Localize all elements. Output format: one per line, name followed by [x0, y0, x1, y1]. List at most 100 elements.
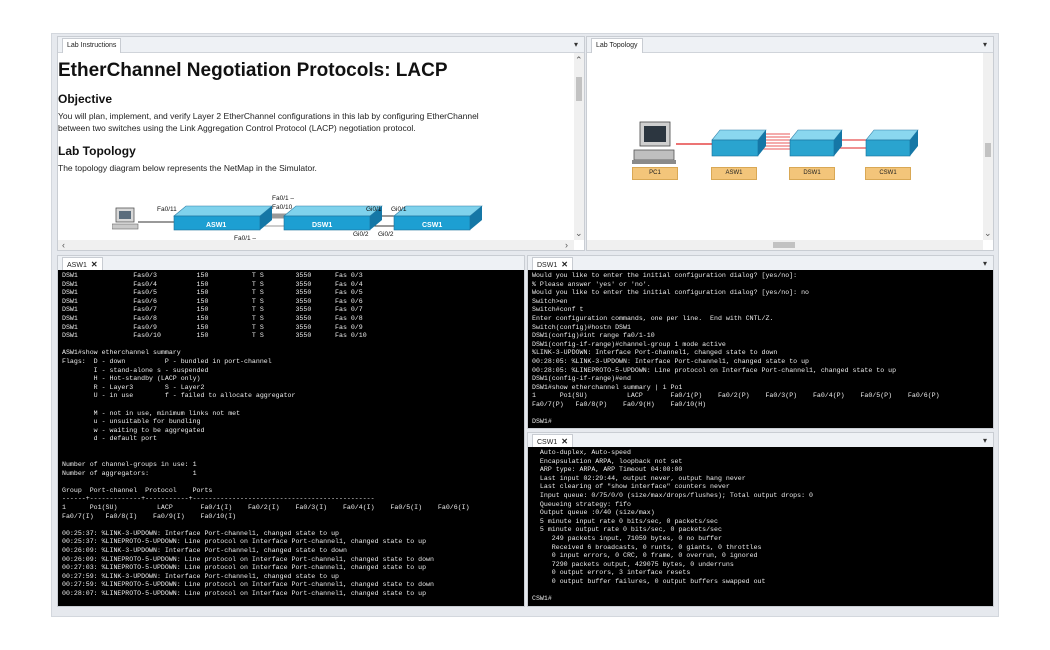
terminal-line: 1 Po1(SU) LACP Fa0/1(I) Fa0/2(I) Fa0/3(I…	[62, 504, 470, 512]
terminal-line: Received 6 broadcasts, 0 runts, 0 giants…	[532, 543, 762, 551]
vertical-scrollbar[interactable]: ⌃ ⌄	[574, 53, 584, 240]
terminal-line: DSW1 Fas0/5 150 T S 3550 Fas 0/5	[62, 289, 363, 297]
port-label-gi01-a: Gi0/1	[366, 206, 382, 213]
scroll-left-icon[interactable]: ‹	[62, 240, 65, 250]
terminal-line: w - waiting to be aggregated	[62, 426, 205, 434]
asw1-terminal-output[interactable]: DSW1 Fas0/3 150 T S 3550 Fas 0/3 DSW1 Fas…	[58, 270, 524, 606]
terminal-line: M - not in use, minimum links not met	[62, 409, 241, 417]
terminal-line: 00:28:05: %LINEPROTO-5-UPDOWN: Line prot…	[532, 366, 897, 374]
terminal-line: DSW1 Fas0/6 150 T S 3550 Fas 0/6	[62, 297, 363, 305]
instructions-topology-diagram: ASW1 DSW1 CSW1 Fa0/11 Fa0/1 – Fa0/10 Fa0…	[112, 195, 483, 242]
node-label-csw1[interactable]: CSW1	[865, 167, 911, 180]
pane-menu-icon[interactable]: ▾	[983, 435, 987, 447]
horizontal-scrollbar[interactable]	[587, 240, 983, 250]
lab-topology-tabbar: Lab Topology ▾	[587, 37, 993, 53]
switch-label-csw1: CSW1	[422, 222, 442, 229]
terminal-line: Fa0/7(P) Fa0/8(P) Fa0/9(H) Fa0/10(H)	[532, 400, 707, 408]
scroll-thumb[interactable]	[773, 242, 795, 248]
terminal-line: DSW1#	[532, 418, 552, 426]
dsw1-terminal-output[interactable]: Would you like to enter the initial conf…	[528, 270, 993, 428]
terminal-line: Switch(config)#hostn DSW1	[532, 323, 631, 331]
terminal-line: Queueing strategy: fifo	[532, 500, 631, 508]
terminal-line: H - Hot-standby (LACP only)	[62, 375, 201, 383]
terminal-line: Encapsulation ARPA, loopback not set	[532, 457, 683, 465]
scroll-down-icon[interactable]: ⌄	[984, 228, 992, 238]
scroll-thumb[interactable]	[576, 77, 582, 101]
csw1-topology-switch-icon	[865, 129, 919, 157]
pc1-icon	[632, 121, 676, 164]
terminal-line: 5 minute input rate 0 bits/sec, 0 packet…	[532, 517, 718, 525]
close-icon[interactable]: ✕	[91, 260, 98, 269]
terminal-line: d - default port	[62, 435, 157, 443]
terminal-line: %LINK-3-UPDOWN: Interface Port-channel1,…	[532, 349, 778, 357]
terminal-line: 00:27:59: %LINEPROTO-5-UPDOWN: Line prot…	[62, 581, 434, 589]
node-label-asw1[interactable]: ASW1	[711, 167, 757, 180]
objective-heading: Objective	[58, 92, 113, 106]
objective-text: You will plan, implement, and verify Lay…	[58, 111, 479, 133]
pane-menu-icon[interactable]: ▾	[983, 39, 987, 51]
dsw1-topology-switch-icon	[789, 129, 843, 157]
tab-label: Lab Topology	[596, 42, 638, 49]
terminal-line: DSW1 Fas0/4 150 T S 3550 Fas 0/4	[62, 280, 363, 288]
page-title: EtherChannel Negotiation Protocols: LACP	[58, 60, 448, 81]
tab-label: Lab Instructions	[67, 42, 117, 49]
vertical-scrollbar[interactable]: ⌄	[983, 53, 993, 240]
scroll-down-icon[interactable]: ⌄	[575, 228, 583, 238]
close-icon[interactable]: ✕	[561, 437, 568, 446]
terminal-line: Switch#conf t	[532, 306, 584, 314]
terminal-line: u - unsuitable for bundling	[62, 418, 201, 426]
scroll-right-icon[interactable]: ›	[565, 240, 568, 250]
terminal-line: 00:26:09: %LINK-3-UPDOWN: Interface Port…	[62, 547, 347, 554]
port-label-gi02-a: Gi0/2	[353, 231, 369, 238]
port-label-fa011: Fa0/11	[157, 206, 177, 213]
tab-lab-topology[interactable]: Lab Topology	[591, 38, 643, 53]
asw1-topology-switch-icon	[711, 129, 767, 157]
terminal-line: 0 output errors, 3 interface resets	[532, 569, 691, 577]
terminal-line: Number of aggregators: 1	[62, 469, 197, 477]
node-label-pc1[interactable]: PC1	[632, 167, 678, 180]
lab-instructions-tabbar: Lab Instructions ▾	[58, 37, 584, 53]
terminal-line: ------+-------------+-----------+-------…	[62, 495, 375, 503]
terminal-line: R - Layer3 S - Layer2	[62, 383, 205, 391]
node-label-dsw1[interactable]: DSW1	[789, 167, 835, 180]
tab-lab-instructions[interactable]: Lab Instructions	[62, 38, 122, 53]
terminal-line: Fa0/7(I) Fa0/8(I) Fa0/9(I) Fa0/10(I)	[62, 512, 237, 520]
terminal-line: CSW1#	[532, 595, 552, 603]
terminal-line: Group Port-channel Protocol Ports	[62, 486, 213, 494]
terminal-line: I - stand-alone s - suspended	[62, 366, 209, 374]
terminal-line: 00:27:59: %LINK-3-UPDOWN: Interface Port…	[62, 572, 339, 580]
pane-menu-icon[interactable]: ▾	[983, 258, 987, 270]
scroll-thumb[interactable]	[985, 143, 991, 157]
csw1-terminal-output[interactable]: Auto-duplex, Auto-speed Encapsulation AR…	[528, 447, 993, 606]
terminal-line: 00:27:03: %LINEPROTO-5-UPDOWN: Line prot…	[62, 564, 427, 572]
terminal-line: ASW1#show etherchannel summary	[62, 349, 181, 357]
terminal-line: ARP type: ARPA, ARP Timeout 04:00:00	[532, 466, 683, 474]
terminal-line: Last input 02:29:44, output never, outpu…	[532, 474, 746, 482]
terminal-line: Flags: D - down P - bundled in port-chan…	[62, 357, 272, 365]
pane-menu-icon[interactable]: ▾	[574, 39, 578, 51]
terminal-line: 00:25:37: %LINEPROTO-5-UPDOWN: Line prot…	[62, 538, 427, 546]
close-icon[interactable]: ✕	[561, 260, 568, 269]
topology-heading: Lab Topology	[58, 144, 136, 158]
terminal-line: Output queue :0/40 (size/max)	[532, 509, 655, 517]
scroll-up-icon[interactable]: ⌃	[575, 55, 583, 65]
terminal-line: DSW1(config)#int range fa0/1-10	[532, 332, 655, 340]
terminal-line: Switch>en	[532, 297, 568, 305]
port-label-gi02-b: Gi0/2	[378, 231, 394, 238]
tab-label: DSW1	[537, 262, 558, 269]
tab-label: ASW1	[67, 262, 87, 269]
terminal-line: 249 packets input, 71059 bytes, 0 no buf…	[532, 534, 722, 542]
terminal-line: DSW1 Fas0/9 150 T S 3550 Fas 0/9	[62, 323, 363, 331]
terminal-line: Last clearing of "show interface" counte…	[532, 483, 730, 491]
switch-label-asw1: ASW1	[206, 222, 226, 229]
terminal-line: DSW1(config-if-range)#channel-group 1 mo…	[532, 340, 726, 348]
terminal-line: Auto-duplex, Auto-speed	[532, 449, 631, 456]
